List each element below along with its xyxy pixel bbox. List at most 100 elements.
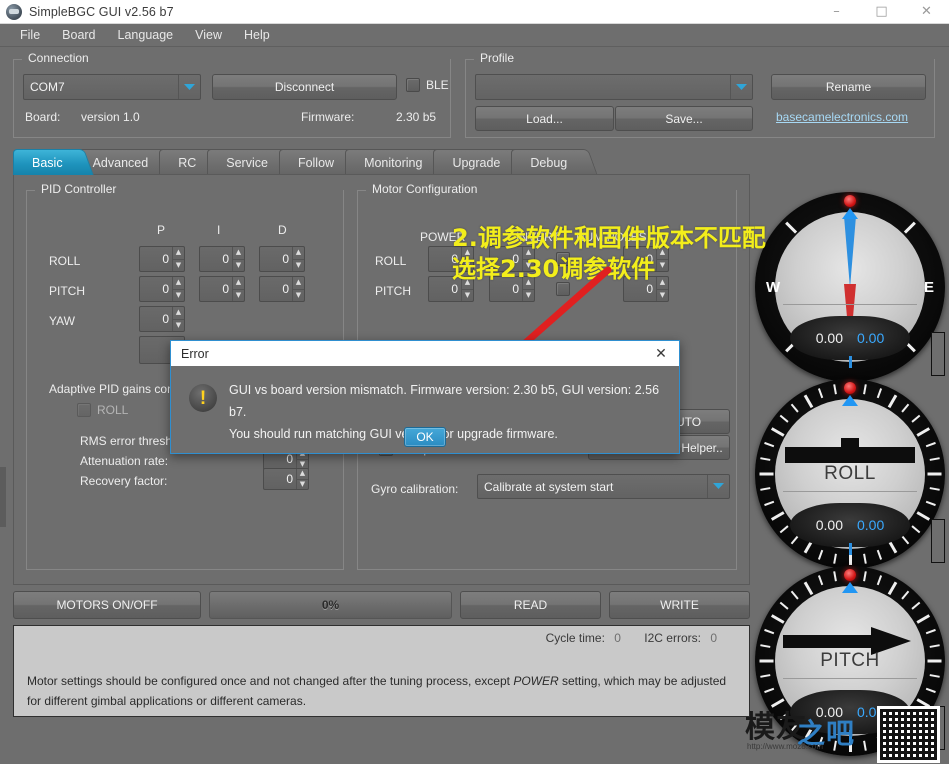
pid-roll-i-input[interactable]: 0 ▲ ▼ bbox=[199, 246, 245, 272]
gyro-calibration-select[interactable]: Calibrate at system start bbox=[477, 474, 730, 499]
firmware-value: 2.30 b5 bbox=[396, 110, 437, 124]
i2c-errors-label: I2C errors: bbox=[644, 631, 701, 645]
gauge-pointer-icon bbox=[842, 582, 858, 593]
pitch-value-actual: 0.00 bbox=[815, 704, 843, 720]
spinner-arrows[interactable]: ▲▼ bbox=[172, 277, 184, 301]
gauge-midline bbox=[783, 491, 917, 492]
spinner-arrows[interactable]: ▲▼ bbox=[292, 247, 304, 271]
tab-rc[interactable]: RC bbox=[159, 149, 214, 175]
write-button[interactable]: WRITE bbox=[609, 591, 750, 619]
menu-item-help[interactable]: Help bbox=[233, 26, 281, 44]
spinner-arrows[interactable]: ▲▼ bbox=[292, 277, 304, 301]
app-icon bbox=[6, 3, 22, 20]
motor-row-label-pitch: PITCH bbox=[375, 284, 411, 298]
gauge-compass: W E 0.00 0.00 bbox=[755, 192, 945, 382]
pid-pitch-d-value: 0 bbox=[282, 282, 289, 296]
gauge-pointer-icon bbox=[842, 395, 858, 406]
profile-select[interactable] bbox=[475, 74, 753, 100]
dialog-message: GUI vs board version mismatch. Firmware … bbox=[229, 379, 669, 445]
chevron-down-icon[interactable] bbox=[707, 475, 729, 498]
com-port-select[interactable]: COM7 bbox=[23, 74, 201, 100]
tab-service[interactable]: Service bbox=[207, 149, 285, 175]
menu-item-file[interactable]: File bbox=[9, 26, 51, 44]
gauge-roll: ROLL 0.00 0.00 bbox=[755, 379, 945, 569]
compass-side-indicator bbox=[931, 332, 945, 376]
compass-value-target: 0.00 bbox=[857, 330, 885, 346]
dialog-ok-button[interactable]: OK bbox=[404, 427, 446, 447]
recovery-factor-label: Recovery factor: bbox=[80, 474, 168, 488]
spinner-arrows[interactable]: ▲▼ bbox=[656, 277, 668, 301]
motor-roll-power-value: 0 bbox=[451, 252, 458, 266]
status-panel: Cycle time: 0 I2C errors: 0 Motor settin… bbox=[13, 625, 750, 717]
pid-pitch-p-input[interactable]: 0 ▲ ▼ bbox=[139, 276, 185, 302]
ble-checkbox-row[interactable]: BLE bbox=[406, 78, 449, 92]
spinner-arrows[interactable]: ▲▼ bbox=[232, 277, 244, 301]
gauges-panel: W E 0.00 0.00 ROLL 0.00 0.00 PITCH 0.00 … bbox=[751, 174, 949, 764]
motor-roll-invert-checkbox[interactable] bbox=[556, 252, 570, 266]
adaptive-roll-label: ROLL bbox=[97, 403, 129, 417]
basecam-website-link[interactable]: basecamelectronics.com bbox=[776, 110, 908, 124]
motor-roll-second-input[interactable]: 0 ▲ ▼ bbox=[489, 246, 535, 272]
menu-item-language[interactable]: Language bbox=[107, 26, 185, 44]
tab-follow[interactable]: Follow bbox=[278, 149, 352, 175]
motor-pitch-power-input[interactable]: 0 ▲ ▼ bbox=[428, 276, 474, 302]
spinner-arrows[interactable]: ▲▼ bbox=[172, 307, 184, 331]
pid-pitch-d-input[interactable]: 0 ▲ ▼ bbox=[259, 276, 305, 302]
motor-pitch-poles-input[interactable]: 0 ▲ ▼ bbox=[623, 276, 669, 302]
tab-basic[interactable]: Basic bbox=[13, 149, 80, 175]
spinner-arrows[interactable]: ▲▼ bbox=[461, 247, 473, 271]
maximize-icon[interactable]: □ bbox=[859, 0, 904, 23]
status-counters: Cycle time: 0 I2C errors: 0 bbox=[546, 631, 737, 645]
dialog-close-icon[interactable]: ✕ bbox=[643, 341, 679, 366]
spinner-arrows[interactable]: ▲▼ bbox=[296, 469, 308, 489]
motor-pitch-second-input[interactable]: 0 ▲ ▼ bbox=[489, 276, 535, 302]
motor-pitch-invert-checkbox[interactable] bbox=[556, 282, 570, 296]
tab-upgrade[interactable]: Upgrade bbox=[433, 149, 518, 175]
spinner-arrows[interactable]: ▲▼ bbox=[656, 247, 668, 271]
close-icon[interactable]: ✕ bbox=[904, 0, 949, 23]
chevron-down-icon[interactable] bbox=[178, 75, 200, 99]
spinner-arrows[interactable]: ▲▼ bbox=[522, 277, 534, 301]
status-message-part1: Motor settings should be configured once… bbox=[27, 674, 514, 688]
compass-value-actual: 0.00 bbox=[815, 330, 843, 346]
profile-rename-button[interactable]: Rename bbox=[771, 74, 926, 100]
profile-load-button[interactable]: Load... bbox=[475, 106, 614, 131]
adaptive-roll-checkbox[interactable] bbox=[77, 403, 91, 417]
adaptive-roll-checkbox-row[interactable]: ROLL bbox=[77, 403, 128, 417]
spinner-arrows[interactable]: ▲▼ bbox=[522, 247, 534, 271]
spinner-arrows[interactable]: ▲▼ bbox=[172, 247, 184, 271]
spinner-arrows[interactable]: ▲▼ bbox=[461, 277, 473, 301]
tab-debug[interactable]: Debug bbox=[511, 149, 585, 175]
menu-item-board[interactable]: Board bbox=[51, 26, 106, 44]
pid-pitch-i-input[interactable]: 0 ▲ ▼ bbox=[199, 276, 245, 302]
minimize-icon[interactable]: – bbox=[814, 0, 859, 23]
motor-roll-poles-input[interactable]: 0 ▲ ▼ bbox=[623, 246, 669, 272]
compass-west-label: W bbox=[766, 279, 781, 297]
cycle-time-value: 0 bbox=[614, 631, 621, 645]
pid-roll-p-input[interactable]: 0 ▲ ▼ bbox=[139, 246, 185, 272]
roll-value-target: 0.00 bbox=[857, 517, 885, 533]
chevron-down-icon[interactable] bbox=[730, 75, 752, 99]
status-message: Motor settings should be configured once… bbox=[27, 671, 731, 711]
disconnect-button[interactable]: Disconnect bbox=[212, 74, 397, 100]
left-scrollbar[interactable] bbox=[0, 467, 6, 527]
window-titlebar: SimpleBGC GUI v2.56 b7 – □ ✕ bbox=[0, 0, 949, 24]
motors-onoff-button[interactable]: MOTORS ON/OFF bbox=[13, 591, 201, 619]
tab-monitoring[interactable]: Monitoring bbox=[345, 149, 440, 175]
ble-checkbox[interactable] bbox=[406, 78, 420, 92]
motor-roll-power-input[interactable]: 0 ▲ ▼ bbox=[428, 246, 474, 272]
profile-save-button[interactable]: Save... bbox=[615, 106, 753, 131]
spinner-arrows[interactable]: ▲▼ bbox=[232, 247, 244, 271]
gauge-midline bbox=[783, 678, 917, 679]
menu-item-view[interactable]: View bbox=[184, 26, 233, 44]
pid-roll-d-value: 0 bbox=[282, 252, 289, 266]
read-button[interactable]: READ bbox=[460, 591, 601, 619]
pid-roll-d-input[interactable]: 0 ▲ ▼ bbox=[259, 246, 305, 272]
pid-legend: PID Controller bbox=[36, 182, 122, 196]
pid-col-i: I bbox=[217, 223, 221, 237]
qr-code bbox=[877, 706, 940, 763]
pid-yaw-p-input[interactable]: 0 ▲ ▼ bbox=[139, 306, 185, 332]
pid-row-label-roll: ROLL bbox=[49, 254, 81, 268]
recovery-factor-input[interactable]: 0 ▲ ▼ bbox=[263, 468, 309, 490]
gauge-led-icon bbox=[844, 195, 856, 207]
